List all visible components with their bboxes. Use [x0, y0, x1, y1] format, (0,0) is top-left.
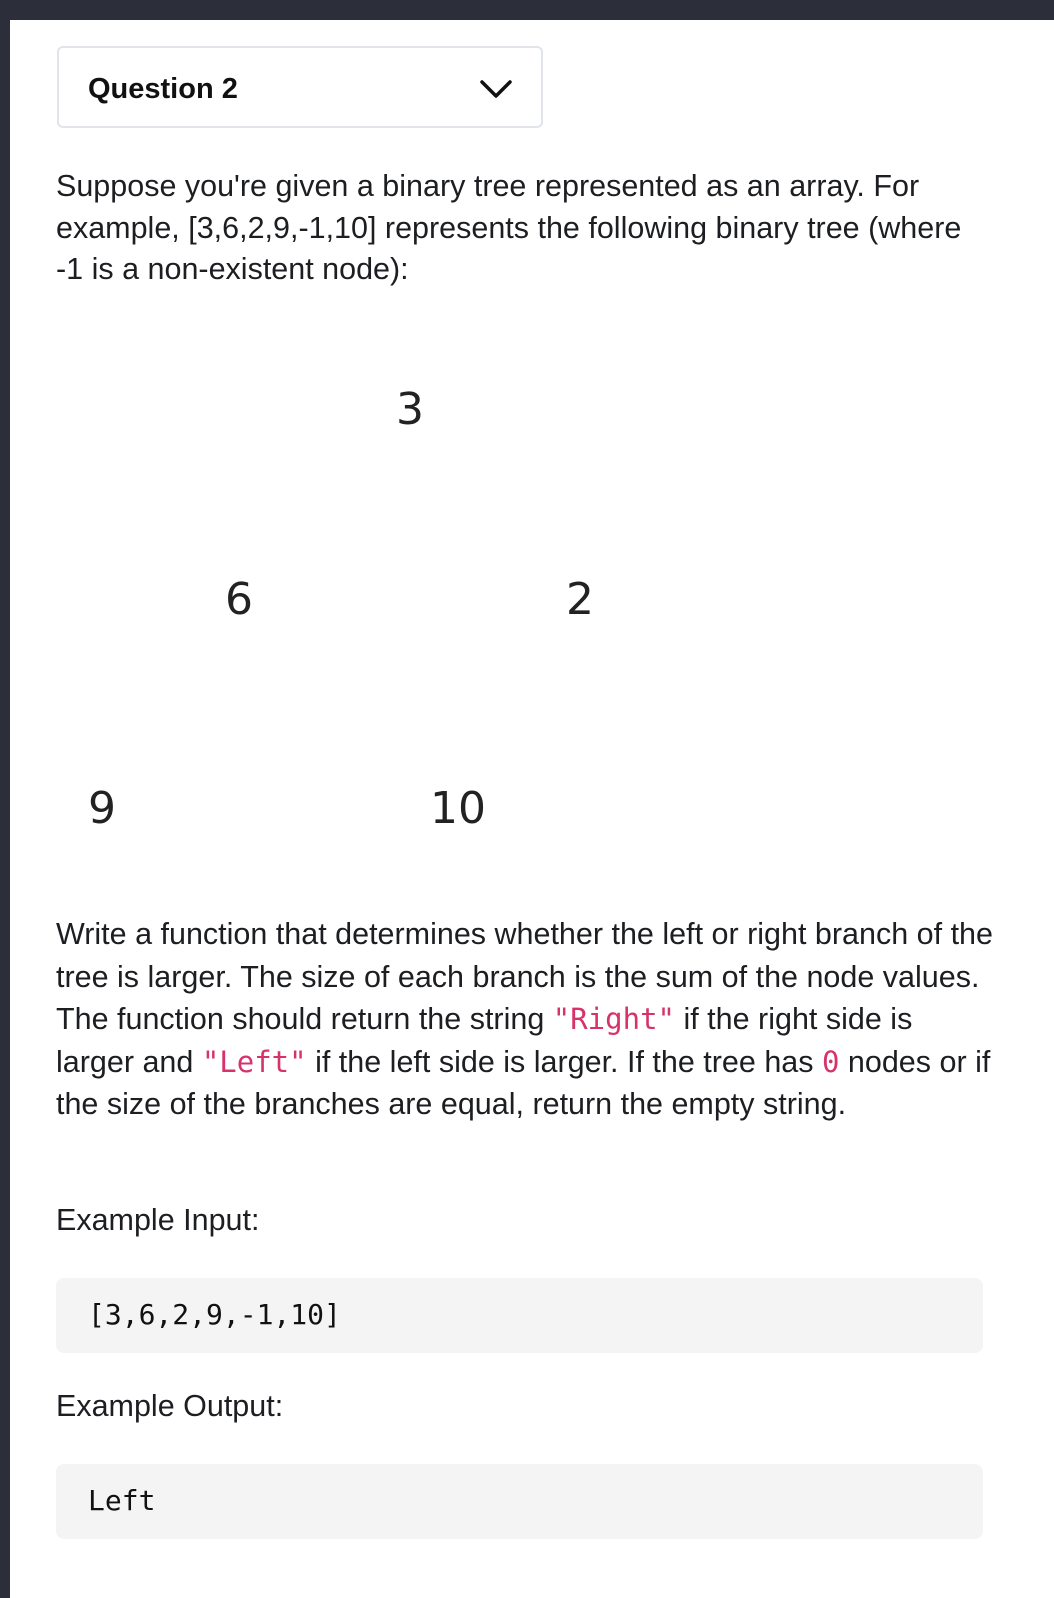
zero-literal: 0 [821, 1044, 840, 1079]
problem-intro-text: Suppose you're given a binary tree repre… [56, 169, 962, 286]
tree-node-left-left: 9 [88, 783, 116, 834]
left-string-literal: "Left" [201, 1044, 307, 1079]
example-input-code: [3,6,2,9,-1,10] [88, 1298, 341, 1331]
tree-node-right: 2 [566, 574, 594, 625]
question-selector-dropdown[interactable]: Question 2 [57, 46, 543, 128]
tree-node-root: 3 [396, 384, 424, 435]
tree-node-left: 6 [225, 574, 253, 625]
window-top-frame [0, 0, 1054, 20]
example-input-heading: Example Input: [56, 1203, 260, 1237]
right-string-literal: "Right" [552, 1002, 675, 1036]
example-output-code: Left [88, 1484, 156, 1517]
problem-task-text: Write a function that determines whether… [56, 913, 996, 1126]
example-input-code-block: [3,6,2,9,-1,10] [56, 1278, 983, 1353]
question-selector-label: Question 2 [88, 73, 238, 105]
example-output-code-block: Left [56, 1464, 983, 1539]
tree-node-left-right: 10 [430, 783, 486, 834]
window-left-frame [0, 0, 10, 1598]
chevron-down-icon [480, 80, 512, 98]
task-text-part: if the left side is larger. If the tree … [306, 1044, 822, 1079]
example-output-heading: Example Output: [56, 1389, 284, 1423]
question-panel: Question 2 Suppose you're given a binary… [10, 20, 1054, 1598]
binary-tree-diagram: 3 6 2 9 10 [10, 370, 1054, 850]
